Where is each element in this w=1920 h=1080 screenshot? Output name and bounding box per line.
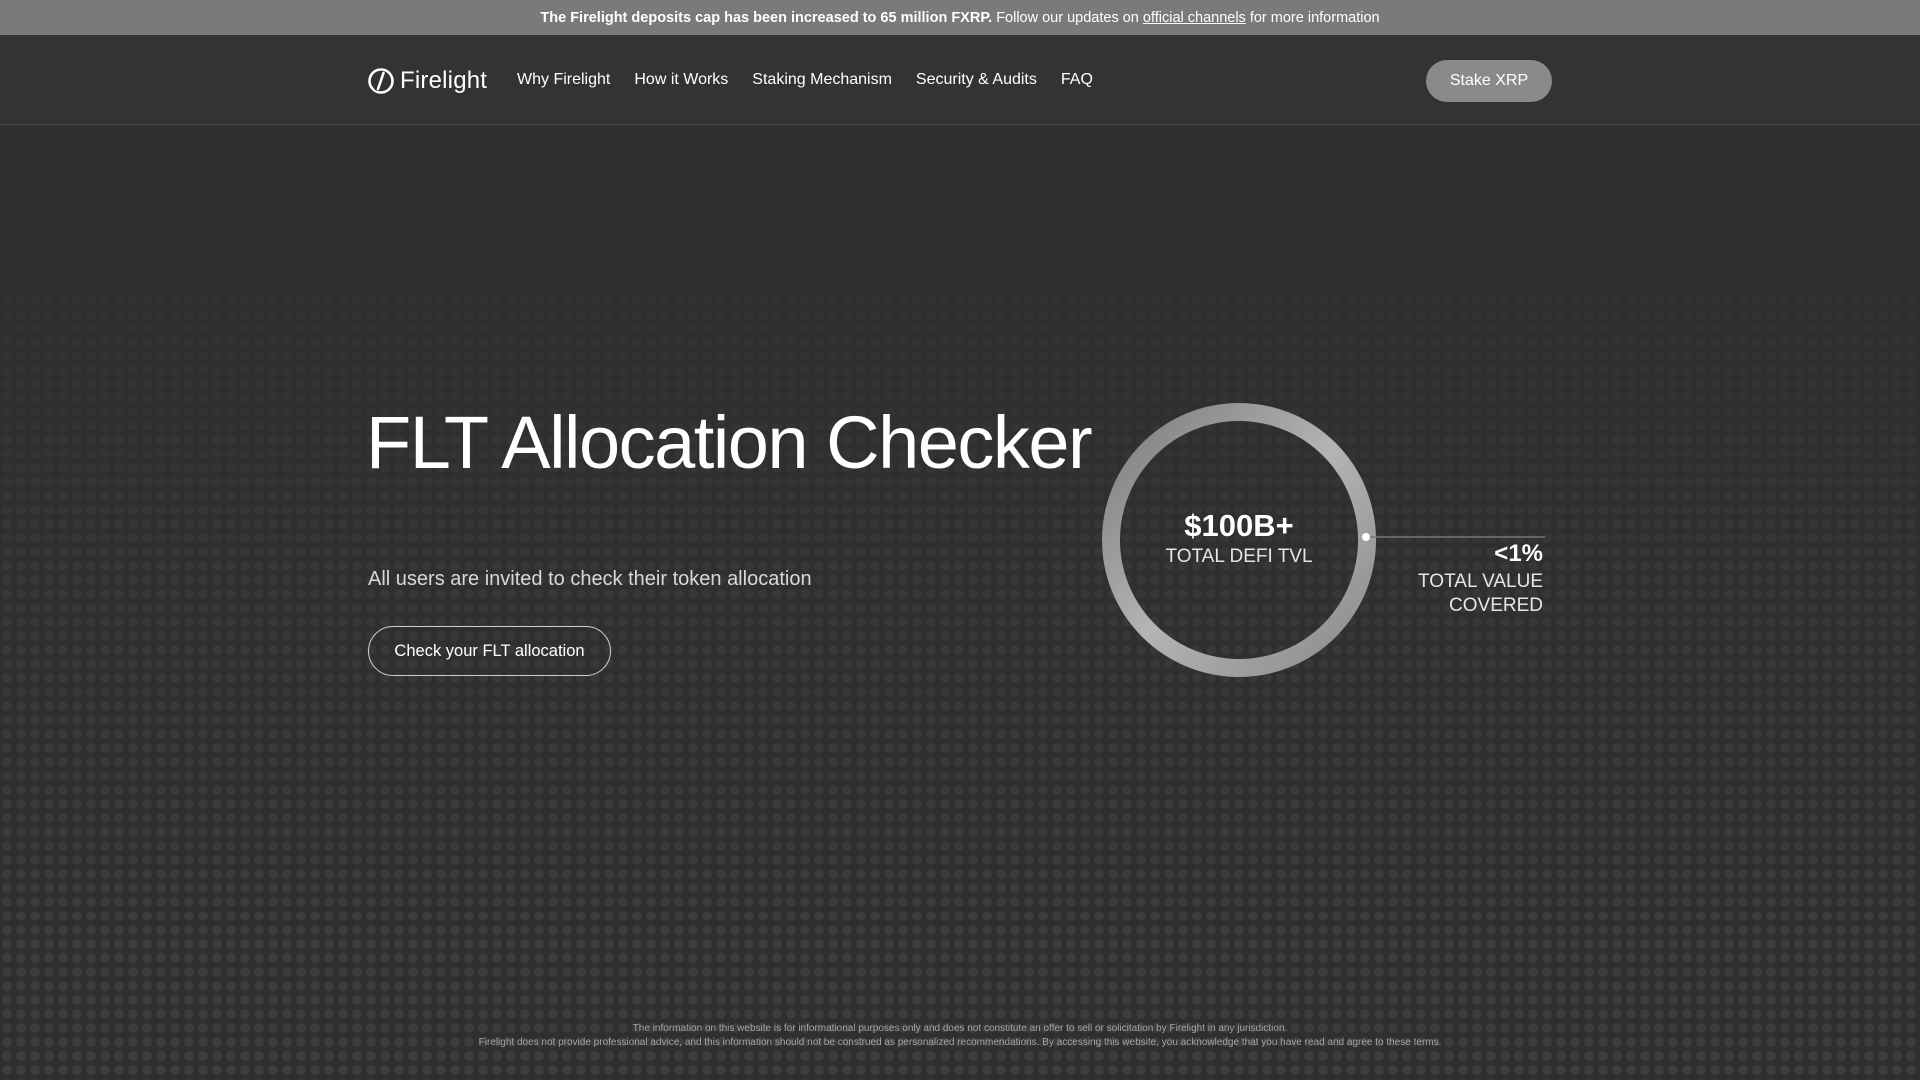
official-channels-link[interactable]: official channels — [1143, 10, 1246, 26]
ring-value: $100B+ — [1184, 508, 1294, 543]
page-title: FLT Allocation Checker — [366, 401, 1093, 484]
logo-text: Firelight — [400, 67, 488, 94]
disclaimer-line1: The information on this website is for i… — [632, 1023, 1288, 1034]
check-allocation-button[interactable]: Check your FLT allocation — [368, 626, 611, 676]
stake-xrp-button[interactable]: Stake XRP — [1426, 60, 1552, 102]
firelight-logo[interactable]: Firelight — [368, 67, 487, 95]
nav-security-audits[interactable]: Security & Audits — [916, 69, 1037, 91]
nav-why-firelight[interactable]: Why Firelight — [517, 69, 610, 91]
coverage-value: <1% — [1494, 540, 1543, 567]
main-nav: Why Firelight How it Works Staking Mecha… — [517, 69, 1117, 91]
firelight-logo-icon — [368, 68, 394, 94]
banner-text: Follow our updates on — [996, 9, 1139, 26]
site-header: Firelight Why Firelight How it Works Sta… — [0, 35, 1920, 125]
hero-subtitle: All users are invited to check their tok… — [368, 568, 812, 590]
disclaimer-line2: Firelight does not provide professional … — [478, 1037, 1442, 1048]
announcement-banner: The Firelight deposits cap has been incr… — [0, 0, 1920, 35]
nav-staking-mechanism[interactable]: Staking Mechanism — [752, 69, 892, 91]
nav-how-it-works[interactable]: How it Works — [634, 69, 728, 91]
coverage-label-line2: COVERED — [1449, 595, 1543, 616]
nav-faq[interactable]: FAQ — [1061, 69, 1093, 91]
dot-pattern-background — [0, 125, 1920, 1080]
coverage-label: TOTAL VALUE COVERED — [1380, 570, 1543, 618]
coverage-label-line1: TOTAL VALUE — [1418, 571, 1543, 592]
ring-label: TOTAL DEFI TVL — [1165, 546, 1313, 567]
tvl-ring-stat: $100B+ TOTAL DEFI TVL — [1100, 402, 1545, 682]
footer-disclaimer: The information on this website is for i… — [0, 1022, 1920, 1050]
banner-bold-text: The Firelight deposits cap has been incr… — [540, 9, 993, 26]
banner-text-end: for more information — [1249, 9, 1380, 26]
